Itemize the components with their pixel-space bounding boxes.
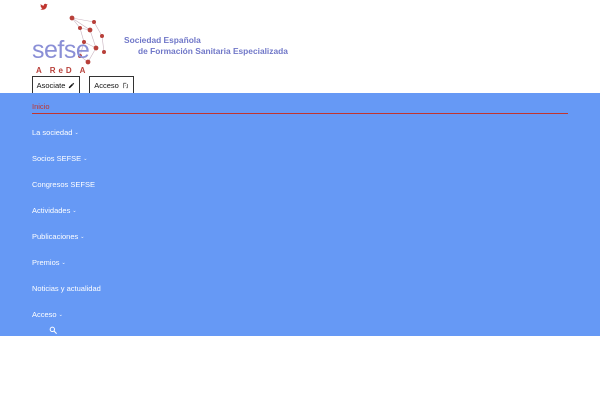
- asociate-button[interactable]: Asociate: [32, 76, 80, 94]
- chevron-down-icon: ⌄: [61, 259, 66, 266]
- logo-text: sefse: [32, 36, 90, 64]
- main-navigation: Inicio La sociedad ⌄ Socios SEFSE ⌄ Cong…: [0, 93, 600, 336]
- organization-name: Sociedad Española de Formación Sanitaria…: [124, 35, 288, 57]
- nav-item-label: Premios: [32, 258, 60, 267]
- pencil-icon: [69, 82, 75, 88]
- nav-item-inicio[interactable]: Inicio: [32, 102, 50, 111]
- nav-item-label: Congresos SEFSE: [32, 180, 95, 189]
- door-icon: [123, 82, 128, 88]
- chevron-down-icon: ⌄: [74, 129, 79, 136]
- nav-item-acceso[interactable]: Acceso ⌄: [32, 310, 63, 319]
- asociate-label: Asociate: [36, 80, 66, 90]
- nav-item-la-sociedad[interactable]: La sociedad ⌄: [32, 128, 79, 137]
- page: sefse A ReD A Sociedad Española de Forma…: [0, 0, 600, 400]
- acceso-label: Acceso: [94, 80, 119, 90]
- nav-item-label: Acceso: [32, 310, 57, 319]
- nav-item-label: Actividades: [32, 206, 71, 215]
- nav-item-actividades[interactable]: Actividades ⌄: [32, 206, 77, 215]
- nav-item-label: La sociedad: [32, 128, 73, 137]
- nav-item-label: Publicaciones: [32, 232, 79, 241]
- org-name-line1: Sociedad Española: [124, 35, 201, 45]
- search-icon[interactable]: [49, 326, 57, 334]
- chevron-down-icon: ⌄: [72, 207, 77, 214]
- nav-item-congresos-sefse[interactable]: Congresos SEFSE: [32, 180, 95, 189]
- active-item-underline: [32, 113, 568, 114]
- logo-subtext: A ReD A: [36, 66, 89, 75]
- nav-item-label: Noticias y actualidad: [32, 284, 101, 293]
- nav-item-socios-sefse[interactable]: Socios SEFSE ⌄: [32, 154, 87, 163]
- twitter-icon[interactable]: [40, 3, 48, 11]
- chevron-down-icon: ⌄: [58, 311, 63, 318]
- nav-item-label: Socios SEFSE: [32, 154, 82, 163]
- nav-item-publicaciones[interactable]: Publicaciones ⌄: [32, 232, 84, 241]
- nav-item-noticias[interactable]: Noticias y actualidad: [32, 284, 101, 293]
- nav-item-premios[interactable]: Premios ⌄: [32, 258, 66, 267]
- chevron-down-icon: ⌄: [80, 233, 85, 240]
- nav-item-label: Inicio: [32, 102, 50, 111]
- chevron-down-icon: ⌄: [83, 155, 88, 162]
- site-logo[interactable]: sefse A ReD A: [32, 12, 112, 75]
- org-name-line2: de Formación Sanitaria Especializada: [138, 46, 288, 56]
- acceso-button[interactable]: Acceso: [89, 76, 134, 94]
